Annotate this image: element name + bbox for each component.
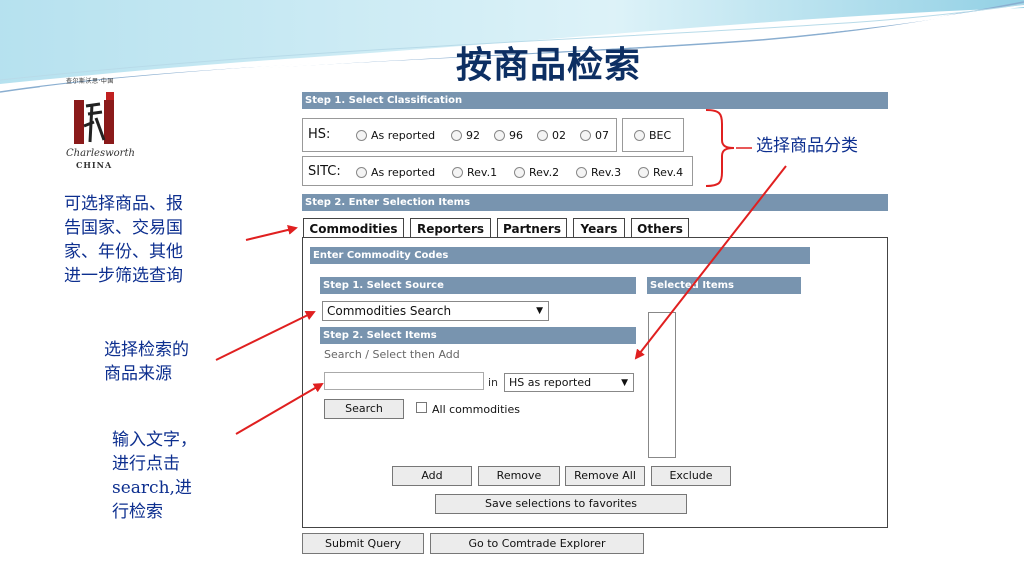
sitc-radio-rev4[interactable]: Rev.4 — [638, 166, 683, 179]
radio-icon — [537, 130, 548, 141]
dropdown-arrow-icon: ▼ — [536, 306, 543, 316]
classification-header: Step 1. Select Classification — [302, 92, 888, 109]
sitc-radio-rev2[interactable]: Rev.2 — [514, 166, 559, 179]
radio-icon — [576, 167, 587, 178]
tab-reporters[interactable]: Reporters — [410, 218, 491, 238]
logo-mark-icon — [72, 92, 116, 146]
source-note: 选择检索的 商品来源 — [104, 340, 189, 384]
commodity-search-input[interactable] — [324, 372, 484, 390]
radio-icon — [514, 167, 525, 178]
remove-all-button[interactable]: Remove All — [565, 466, 645, 486]
radio-icon — [356, 167, 367, 178]
in-label: in — [488, 376, 499, 389]
radio-icon — [634, 130, 645, 141]
tabs-arrow-icon — [245, 225, 298, 241]
add-button[interactable]: Add — [392, 466, 472, 486]
save-favorites-button[interactable]: Save selections to favorites — [435, 494, 687, 514]
selected-items-header: Selected Items — [647, 277, 801, 294]
logo-script-text: Charlesworth — [66, 148, 135, 159]
search-note: 输入文字， 进行点击 search,进 行检索 — [112, 430, 197, 522]
hs-radio-96[interactable]: 96 — [494, 129, 523, 142]
logo-china-text: CHINA — [76, 160, 113, 170]
selected-items-listbox[interactable] — [648, 312, 676, 458]
hs-radio-02[interactable]: 02 — [537, 129, 566, 142]
hs-radio-07[interactable]: 07 — [580, 129, 609, 142]
classification-note: 选择商品分类 — [756, 136, 858, 156]
enter-commodity-codes-header: Enter Commodity Codes — [310, 247, 810, 264]
exclude-button[interactable]: Exclude — [651, 466, 731, 486]
radio-icon — [638, 167, 649, 178]
sitc-radio-as-reported[interactable]: As reported — [356, 166, 435, 179]
tabs-note: 可选择商品、报 告国家、交易国 家、年份、其他 进一步筛选查询 — [64, 194, 183, 286]
radio-icon — [356, 130, 367, 141]
slide-title: 按商品检索 — [456, 44, 642, 86]
tab-years[interactable]: Years — [573, 218, 625, 238]
comtrade-explorer-button[interactable]: Go to Comtrade Explorer — [430, 533, 644, 554]
tab-partners[interactable]: Partners — [497, 218, 567, 238]
source-select[interactable]: Commodities Search ▼ — [322, 301, 549, 321]
search-scope-select[interactable]: HS as reported ▼ — [504, 373, 634, 392]
logo-caption: 查尔斯沃思·中国 — [66, 78, 114, 85]
radio-icon — [452, 167, 463, 178]
dropdown-arrow-icon: ▼ — [621, 378, 628, 388]
hs-label: HS: — [308, 127, 331, 142]
tab-others[interactable]: Others — [631, 218, 689, 238]
radio-icon — [451, 130, 462, 141]
sitc-radio-rev1[interactable]: Rev.1 — [452, 166, 497, 179]
radio-icon — [580, 130, 591, 141]
hs-radio-92[interactable]: 92 — [451, 129, 480, 142]
sitc-label: SITC: — [308, 164, 341, 179]
tab-commodities[interactable]: Commodities — [303, 218, 404, 239]
hs-radio-as-reported[interactable]: As reported — [356, 129, 435, 142]
all-commodities-label: All commodities — [432, 403, 520, 416]
remove-button[interactable]: Remove — [478, 466, 560, 486]
all-commodities-checkbox[interactable] — [416, 402, 427, 413]
select-items-header: Step 2. Select Items — [320, 327, 636, 344]
submit-query-button[interactable]: Submit Query — [302, 533, 424, 554]
radio-bec[interactable]: BEC — [634, 129, 671, 142]
sitc-radio-rev3[interactable]: Rev.3 — [576, 166, 621, 179]
search-hint: Search / Select then Add — [324, 348, 460, 361]
radio-icon — [494, 130, 505, 141]
select-source-header: Step 1. Select Source — [320, 277, 636, 294]
selection-header: Step 2. Enter Selection Items — [302, 194, 888, 211]
source-arrow-icon — [215, 311, 316, 361]
search-button[interactable]: Search — [324, 399, 404, 419]
